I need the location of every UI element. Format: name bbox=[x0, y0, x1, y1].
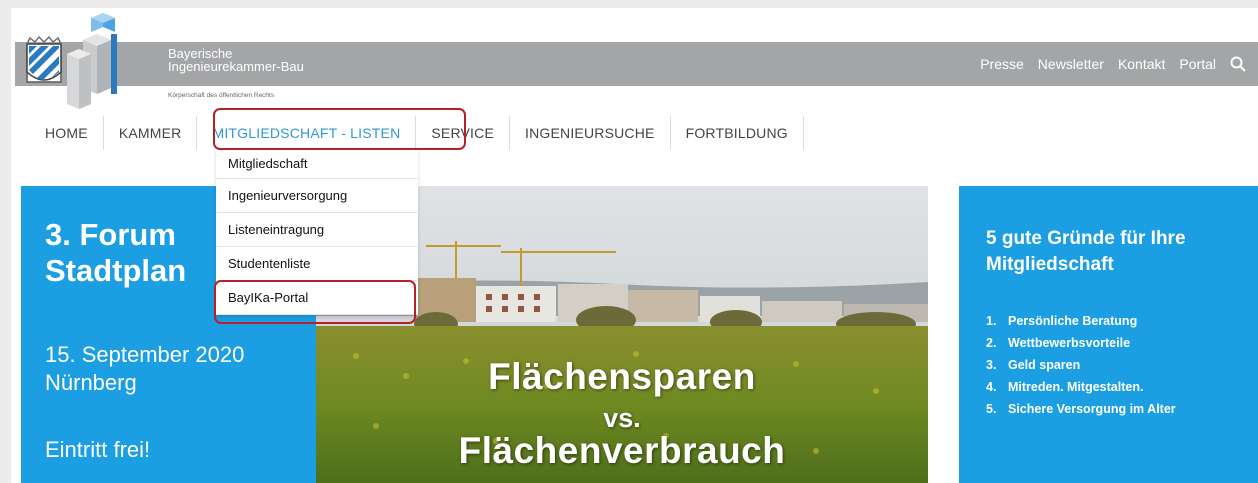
dropdown-item-studentenliste[interactable]: Studentenliste bbox=[216, 247, 418, 281]
link-portal[interactable]: Portal bbox=[1179, 56, 1216, 72]
reason-item: 5. Sichere Versorgung im Alter bbox=[986, 402, 1176, 416]
hero-headline-line1: Flächensparen bbox=[488, 356, 756, 397]
event-date: 15. September 2020 bbox=[45, 342, 245, 367]
event-entry: Eintritt frei! bbox=[45, 437, 151, 462]
reason-item: 4. Mitreden. Mitgestalten. bbox=[986, 380, 1144, 394]
reason-item: 3. Geld sparen bbox=[986, 358, 1081, 372]
search-icon[interactable] bbox=[1230, 56, 1246, 72]
link-kontakt[interactable]: Kontakt bbox=[1118, 56, 1165, 72]
brand-name-line2: Ingenieurekammer-Bau bbox=[168, 59, 304, 74]
reasons-list: 1. Persönliche Beratung 2. Wettbewerbsvort… bbox=[986, 310, 1176, 420]
crest-icon bbox=[26, 35, 62, 83]
reason-item: 2. Wettbewerbsvorteile bbox=[986, 336, 1131, 350]
logo[interactable] bbox=[17, 10, 129, 110]
event-city: Nürnberg bbox=[45, 370, 137, 395]
dropdown-item-mitgliedschaft[interactable]: Mitgliedschaft bbox=[216, 148, 418, 179]
reason-item: 1. Persönliche Beratung bbox=[986, 314, 1138, 328]
reasons-title: 5 gute Gründe für Ihre Mitgliedschaft bbox=[986, 228, 1186, 275]
dropdown-item-listeneintragung[interactable]: Listeneintragung bbox=[216, 213, 418, 247]
brand-subtitle: Körperschaft des öffentlichen Rechts bbox=[168, 92, 275, 99]
hero-headline-line3: Flächenverbrauch bbox=[458, 430, 786, 471]
highlight-box-portal bbox=[214, 280, 416, 324]
nav-item-ingenieursuche[interactable]: INGENIEURSUCHE bbox=[510, 116, 671, 150]
dropdown-item-ingenieurversorgung[interactable]: Ingenieurversorgung bbox=[216, 179, 418, 213]
top-links: Presse Newsletter Kontakt Portal bbox=[980, 42, 1246, 86]
nav-item-fortbildung[interactable]: FORTBILDUNG bbox=[671, 116, 804, 150]
link-newsletter[interactable]: Newsletter bbox=[1038, 56, 1104, 72]
link-presse[interactable]: Presse bbox=[980, 56, 1024, 72]
page: Bayerische Ingenieurekammer-Bau Körpersc… bbox=[11, 8, 1258, 483]
nav-item-kammer[interactable]: KAMMER bbox=[104, 116, 198, 150]
cubes-icon bbox=[67, 13, 117, 109]
nav-item-home[interactable]: HOME bbox=[31, 116, 104, 150]
event-title: 3. Forum Stadtplan bbox=[45, 217, 187, 288]
highlight-box-menu bbox=[213, 108, 466, 150]
